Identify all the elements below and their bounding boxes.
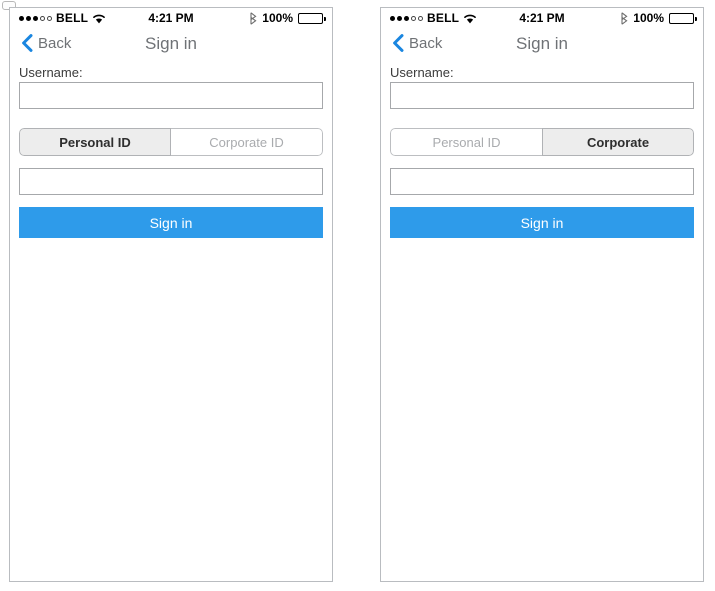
sign-in-button[interactable]: Sign in — [390, 207, 694, 238]
id-value-input[interactable] — [19, 168, 323, 195]
page-title: Sign in — [516, 34, 568, 53]
battery-percent: 100% — [262, 11, 293, 25]
status-bar: BELL 4:21 PM 100% — [10, 8, 332, 30]
username-input[interactable] — [390, 82, 694, 109]
username-label: Username: — [19, 65, 83, 80]
status-bar-right: 100% — [249, 11, 326, 25]
nav-bar: Back Sign in — [10, 30, 332, 63]
segment-corporate[interactable]: Corporate — [542, 128, 694, 156]
id-value-input[interactable] — [390, 168, 694, 195]
status-bar-right: 100% — [620, 11, 697, 25]
status-bar: BELL 4:21 PM 100% — [381, 8, 703, 30]
bluetooth-icon — [620, 11, 628, 25]
battery-full-icon — [669, 12, 697, 24]
username-label: Username: — [390, 65, 454, 80]
page-title: Sign in — [145, 34, 197, 53]
secret-input-wrap — [19, 168, 323, 195]
phone-screen-personal-id: BELL 4:21 PM 100% Back Sign in Username:… — [9, 7, 333, 582]
id-type-segmented-control: Personal ID Corporate — [390, 128, 694, 156]
battery-full-icon — [298, 12, 326, 24]
sign-in-button[interactable]: Sign in — [19, 207, 323, 238]
phone-screen-corporate: BELL 4:21 PM 100% Back Sign in Username:… — [380, 7, 704, 582]
bluetooth-icon — [249, 11, 257, 25]
nav-bar: Back Sign in — [381, 30, 703, 63]
id-type-segmented-control: Personal ID Corporate ID — [19, 128, 323, 156]
segment-corporate-id[interactable]: Corporate ID — [171, 128, 323, 156]
username-input[interactable] — [19, 82, 323, 109]
battery-percent: 100% — [633, 11, 664, 25]
segment-personal-id[interactable]: Personal ID — [390, 128, 542, 156]
segment-personal-id[interactable]: Personal ID — [19, 128, 171, 156]
sign-in-form: Username: Personal ID Corporate ID Sign … — [10, 66, 332, 238]
sign-in-form: Username: Personal ID Corporate Sign in — [381, 66, 703, 238]
secret-input-wrap — [390, 168, 694, 195]
